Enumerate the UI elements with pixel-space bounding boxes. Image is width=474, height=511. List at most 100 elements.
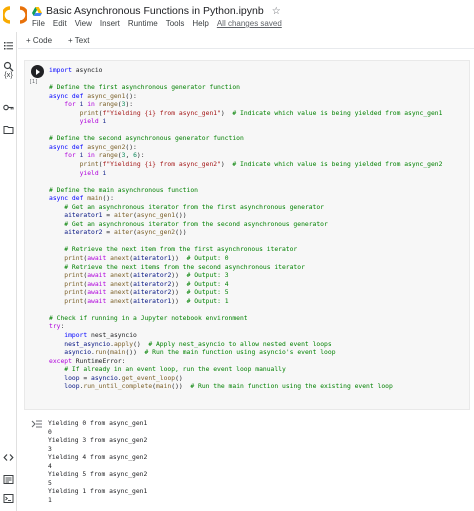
code-cell[interactable]: [1] import asyncio # Define the first as… — [24, 60, 470, 410]
code-token: print — [64, 272, 84, 280]
variables-icon[interactable]: {x} — [3, 69, 14, 80]
code-token: asyncio — [71, 67, 103, 74]
code-token: yield — [79, 169, 99, 177]
code-token: (): — [102, 195, 114, 203]
cell-output: Yielding 0 from async_gen1 0 Yielding 3 fr… — [24, 414, 470, 509]
code-line: # Define the main asynchronous function — [49, 187, 442, 196]
star-icon[interactable]: ☆ — [272, 6, 281, 17]
code-token: # Get an asynchronous iterator from the … — [64, 220, 328, 228]
code-token: print — [79, 161, 99, 169]
code-token: async_gen2 — [136, 229, 176, 237]
code-line: async def main(): — [49, 195, 442, 204]
code-line: # Define the second asynchronous generat… — [49, 135, 442, 144]
output-line: 0 — [48, 428, 52, 436]
secrets-key-icon[interactable] — [3, 102, 14, 113]
code-line: async def async_gen1(): — [49, 93, 442, 102]
code-token: aiter — [113, 229, 134, 237]
code-line: print(await anext(aiterator1)) # Output:… — [49, 298, 442, 307]
code-token: range — [94, 101, 118, 109]
code-token: import — [64, 331, 88, 339]
code-token: await — [87, 289, 107, 297]
menu-file[interactable]: File — [32, 19, 45, 28]
code-editor[interactable]: import asyncio # Define the first asynch… — [49, 67, 442, 392]
save-status[interactable]: All changes saved — [217, 19, 282, 28]
add-text-button[interactable]: + Text — [68, 36, 89, 45]
run-cell-button[interactable] — [31, 65, 44, 78]
code-line: print(f"Yielding {i} from async_gen2") #… — [49, 161, 443, 170]
code-token: # Define the main asynchronous function — [49, 186, 198, 194]
output-line: 4 — [48, 462, 52, 470]
output-text: Yielding 0 from async_gen1 0 Yielding 3 fr… — [48, 420, 147, 505]
code-token: ()) — [175, 229, 187, 237]
code-snippets-icon[interactable] — [3, 452, 14, 463]
code-token: RuntimeError: — [71, 357, 126, 365]
code-token: yield — [79, 118, 99, 126]
code-token: aiterator2 — [133, 272, 172, 280]
code-token: run_until_complete — [83, 383, 153, 391]
output-line: Yielding 5 from async_gen2 — [48, 471, 148, 479]
code-token: (): — [125, 143, 137, 151]
code-line: nest_asyncio.apply() # Apply nest_asynci… — [49, 341, 442, 350]
terminal-icon[interactable] — [3, 493, 14, 504]
code-token: main — [110, 349, 126, 357]
code-token: loop — [64, 374, 80, 382]
code-token: try — [49, 323, 61, 331]
code-token: anext — [106, 280, 130, 288]
code-token: i — [98, 118, 107, 126]
menu-tools[interactable]: Tools — [166, 19, 185, 28]
command-palette-icon[interactable] — [3, 474, 14, 485]
code-line: print(await anext(aiterator2)) # Output:… — [49, 281, 442, 290]
menu-edit[interactable]: Edit — [53, 19, 67, 28]
cell-gutter: [1] — [25, 61, 47, 409]
code-token: # Output: 3 — [186, 272, 229, 280]
code-token: import — [49, 67, 72, 74]
code-line: for i in range(3, 6): — [49, 152, 442, 161]
code-token: for — [64, 152, 76, 160]
code-token: ): — [136, 152, 145, 160]
code-token: aiter — [113, 212, 134, 220]
code-token: main — [83, 195, 103, 203]
code-token: in — [83, 101, 95, 109]
code-line: aiterator2 = aiter(async_gen2()) — [49, 229, 442, 238]
code-token: aiterator1 — [133, 255, 172, 263]
menu-runtime[interactable]: Runtime — [128, 19, 158, 28]
code-token: print — [64, 289, 84, 297]
menu-view[interactable]: View — [75, 19, 92, 28]
notebook-title[interactable]: Basic Asynchronous Functions in Python.i… — [46, 5, 264, 17]
code-token: )) — [171, 289, 187, 297]
code-token: anext — [106, 272, 130, 280]
code-token: # Define the first asynchronous generato… — [49, 84, 240, 92]
code-token: await — [87, 280, 107, 288]
output-actions-icon[interactable] — [31, 419, 43, 429]
code-token: f"Yielding {i} from async_gen2" — [102, 161, 221, 169]
code-line: print(await anext(aiterator2)) # Output:… — [49, 272, 442, 281]
code-line: except RuntimeError: — [49, 358, 442, 367]
code-token: anext — [106, 289, 130, 297]
code-line: # Check if running in a Jupyter notebook… — [49, 315, 442, 324]
colab-logo-icon[interactable] — [3, 4, 27, 26]
code-token: ) — [220, 161, 233, 169]
code-token: (): — [125, 92, 137, 100]
code-line: import nest_asyncio — [49, 332, 442, 341]
code-token: nest_asyncio — [64, 340, 111, 348]
title-row: Basic Asynchronous Functions in Python.i… — [32, 5, 281, 17]
code-token: async_gen1 — [136, 212, 176, 220]
output-line: 3 — [48, 445, 52, 453]
toc-icon[interactable] — [3, 40, 14, 51]
code-token: # Indicate which value is being yielded … — [232, 161, 443, 169]
menu-insert[interactable]: Insert — [100, 19, 120, 28]
code-token: # Run the main function using asyncio's … — [144, 349, 336, 357]
add-code-button[interactable]: + Code — [26, 36, 52, 45]
folder-icon[interactable] — [3, 124, 14, 135]
menu-help[interactable]: Help — [192, 19, 208, 28]
code-token: # Output: 4 — [186, 280, 229, 288]
